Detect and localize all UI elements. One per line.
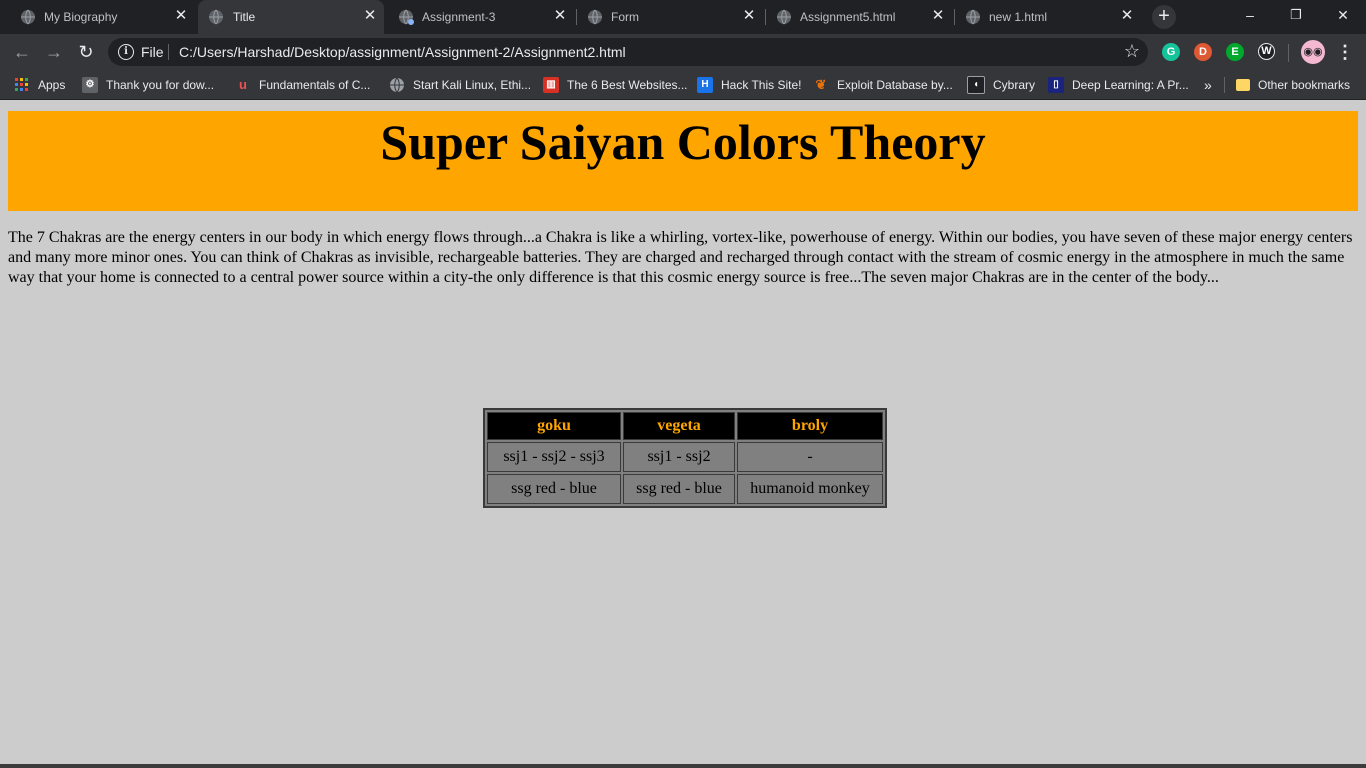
bookmark-thank-you[interactable]: ⚙ Thank you for dow... [82, 76, 214, 94]
table-cell: ssg red - blue [487, 474, 621, 504]
tab-new-1[interactable]: new 1.html ✕ [955, 0, 1143, 34]
udemy-icon: u [239, 77, 247, 92]
minimize-button[interactable]: – [1227, 0, 1273, 30]
bookmark-label: Exploit Database by... [837, 78, 953, 92]
bookmark-start-kali[interactable]: Start Kali Linux, Ethi... [389, 76, 531, 94]
bookmark-other-bookmarks[interactable]: Other bookmarks [1236, 76, 1350, 94]
restore-button[interactable]: ❐ [1273, 0, 1319, 30]
intro-paragraph: The 7 Chakras are the energy centers in … [8, 229, 1353, 286]
tab-label: Assignment-3 [422, 10, 496, 24]
bookmark-cybrary[interactable]: ◖ Cybrary [967, 76, 1035, 94]
bookmark-deep-learning[interactable]: ▯ Deep Learning: A Pr... [1048, 76, 1189, 94]
globe-icon [21, 9, 35, 25]
bookmarks-divider [1224, 77, 1225, 93]
close-tab-icon[interactable]: ✕ [361, 7, 379, 25]
h-icon: H [697, 77, 713, 93]
bookmark-label: Start Kali Linux, Ethi... [413, 78, 532, 92]
saiyan-table: goku vegeta broly ssj1 - ssj2 - ssj3 ssj… [483, 408, 887, 508]
star-bookmark-icon[interactable]: ☆ [1124, 41, 1140, 62]
tab-assignment5[interactable]: Assignment5.html ✕ [766, 0, 954, 34]
tab-strip: My Biography ✕ Title ✕ Assignment-3 ✕ Fo… [0, 0, 1366, 34]
bookmark-label: Deep Learning: A Pr... [1072, 78, 1189, 92]
address-bar[interactable]: i File C:/Users/Harshad/Desktop/assignme… [108, 38, 1148, 66]
close-tab-icon[interactable]: ✕ [551, 7, 569, 25]
bookmark-label: Hack This Site! [721, 78, 802, 92]
forward-arrow-icon[interactable]: → [42, 40, 66, 64]
omnibox-divider [168, 44, 169, 60]
close-tab-icon[interactable]: ✕ [172, 7, 190, 25]
bug-icon: ❦ [815, 77, 827, 92]
profile-avatar-icon[interactable]: ◉◉ [1301, 40, 1325, 64]
tab-form[interactable]: Form ✕ [577, 0, 765, 34]
page-header-banner: Super Saiyan Colors Theory [8, 111, 1358, 211]
bookmark-label: Other bookmarks [1258, 78, 1351, 92]
tab-assignment-3[interactable]: Assignment-3 ✕ [386, 0, 576, 34]
page-title: Super Saiyan Colors Theory [380, 114, 986, 170]
tab-label: Assignment5.html [800, 10, 896, 24]
close-tab-icon[interactable]: ✕ [1118, 7, 1136, 25]
bookmark-label: Thank you for dow... [106, 78, 215, 92]
back-arrow-icon[interactable]: ← [10, 40, 34, 64]
close-window-button[interactable]: ✕ [1320, 0, 1366, 30]
bookmark-6-best-websites[interactable]: ▥ The 6 Best Websites... [543, 76, 688, 94]
url-text[interactable]: C:/Users/Harshad/Desktop/assignment/Assi… [179, 44, 626, 60]
tab-label: Title [233, 10, 256, 24]
tab-label: new 1.html [989, 10, 1048, 24]
table-header-cell: goku [487, 412, 621, 440]
tab-label: My Biography [44, 10, 118, 24]
tab-label: Form [611, 10, 639, 24]
table-header-row: goku vegeta broly [487, 412, 883, 440]
book-open-icon: ▯ [1048, 77, 1064, 93]
info-icon[interactable]: i [118, 44, 134, 60]
table-header-cell: vegeta [623, 412, 735, 440]
globe-icon [209, 9, 223, 25]
globe-icon [390, 77, 404, 93]
bookmarks-overflow-button[interactable]: » [1204, 76, 1212, 94]
reload-icon[interactable]: ↻ [74, 40, 98, 64]
globe-icon [588, 9, 602, 25]
bookmark-exploit-database[interactable]: ❦ Exploit Database by... [813, 76, 953, 94]
bookmark-label: Fundamentals of C... [259, 78, 371, 92]
book-icon: ▥ [543, 77, 559, 93]
gear-icon: ⚙ [82, 77, 98, 93]
browser-toolbar: ← → ↻ i File C:/Users/Harshad/Desktop/as… [0, 34, 1366, 70]
globe-icon [399, 9, 414, 25]
table-cell: ssg red - blue [623, 474, 735, 504]
table-header-cell: broly [737, 412, 883, 440]
new-tab-button[interactable]: + [1152, 5, 1176, 29]
table-cell: humanoid monkey [737, 474, 883, 504]
wappalyzer-icon[interactable]: W [1258, 43, 1275, 60]
menu-dots-icon[interactable]: ⋮ [1336, 40, 1354, 64]
taskbar-edge [0, 764, 1366, 768]
table-cell: ssj1 - ssj2 [623, 442, 735, 472]
globe-icon [777, 9, 791, 25]
apps-grid-icon [15, 78, 28, 91]
bookmark-hack-this-site[interactable]: H Hack This Site! [697, 76, 801, 94]
table-cell: - [737, 442, 883, 472]
page-viewport: Super Saiyan Colors Theory The 7 Chakras… [0, 100, 1366, 768]
globe-icon [966, 9, 980, 25]
tab-my-biography[interactable]: My Biography ✕ [0, 0, 196, 34]
close-tab-icon[interactable]: ✕ [740, 7, 758, 25]
tab-title[interactable]: Title ✕ [198, 0, 384, 34]
table-cell: ssj1 - ssj2 - ssj3 [487, 442, 621, 472]
file-scheme-label: File [141, 44, 164, 60]
close-tab-icon[interactable]: ✕ [929, 7, 947, 25]
cybrary-icon: ◖ [967, 76, 985, 94]
bookmark-apps[interactable]: Apps [14, 76, 65, 94]
grammarly-icon[interactable]: G [1162, 43, 1180, 61]
table-row: ssj1 - ssj2 - ssj3 ssj1 - ssj2 - [487, 442, 883, 472]
duckduckgo-icon[interactable]: D [1194, 43, 1212, 61]
toolbar-divider [1288, 44, 1289, 62]
bookmark-fundamentals[interactable]: u Fundamentals of C... [235, 76, 370, 94]
table-row: ssg red - blue ssg red - blue humanoid m… [487, 474, 883, 504]
bookmarks-bar: Apps ⚙ Thank you for dow... u Fundamenta… [0, 70, 1366, 100]
bookmark-label: The 6 Best Websites... [567, 78, 688, 92]
evernote-icon[interactable]: E [1226, 43, 1244, 61]
bookmark-label: Cybrary [993, 78, 1036, 92]
folder-icon [1236, 79, 1250, 91]
bookmark-label: Apps [38, 78, 66, 92]
